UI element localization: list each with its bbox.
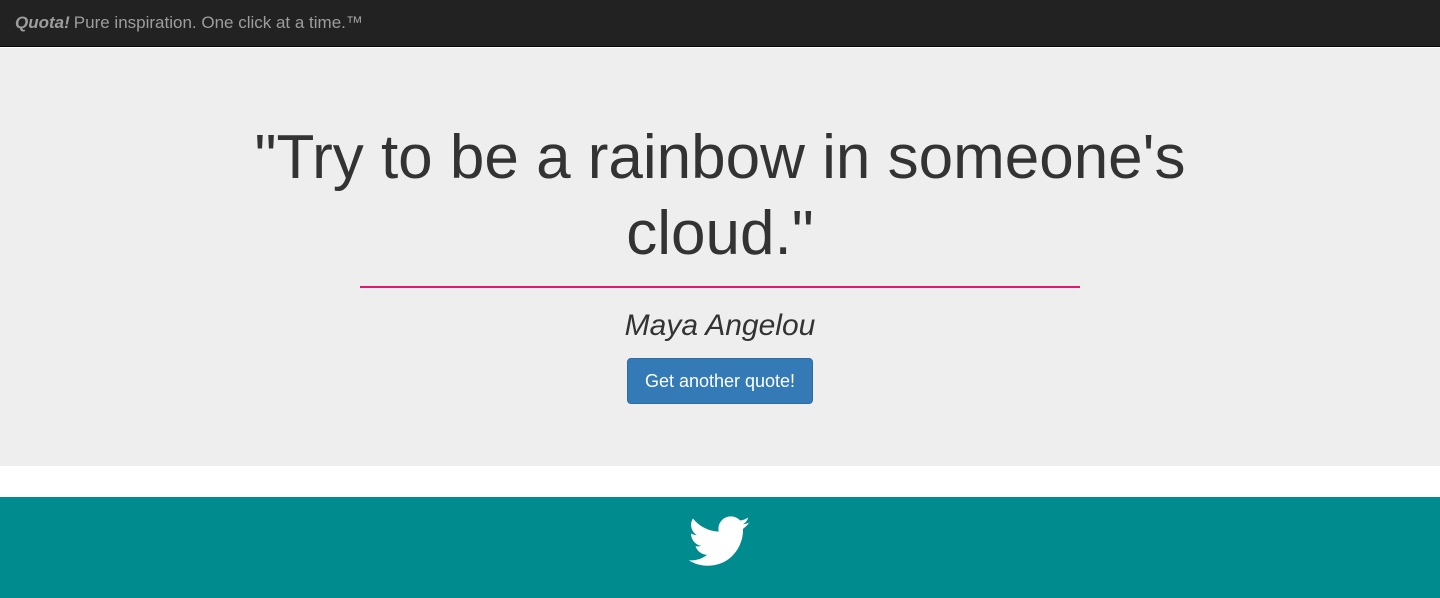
get-another-quote-button[interactable]: Get another quote! <box>627 358 813 404</box>
quote-panel: "Try to be a rainbow in someone's cloud.… <box>0 48 1440 466</box>
top-navbar: Quota! Pure inspiration. One click at a t… <box>0 0 1440 47</box>
navbar-brand[interactable]: Quota! Pure inspiration. One click at a t… <box>15 13 363 33</box>
twitter-bird-icon <box>689 516 750 566</box>
brand-name: Quota! <box>15 13 70 32</box>
tweet-quote-link[interactable] <box>689 516 751 568</box>
quote-text: "Try to be a rainbow in someone's cloud.… <box>254 123 1186 268</box>
quote-divider <box>360 286 1080 288</box>
brand-tagline: Pure inspiration. One click at a time.™ <box>73 13 363 32</box>
quote-author: Maya Angelou <box>624 309 816 342</box>
footer <box>0 497 1440 598</box>
